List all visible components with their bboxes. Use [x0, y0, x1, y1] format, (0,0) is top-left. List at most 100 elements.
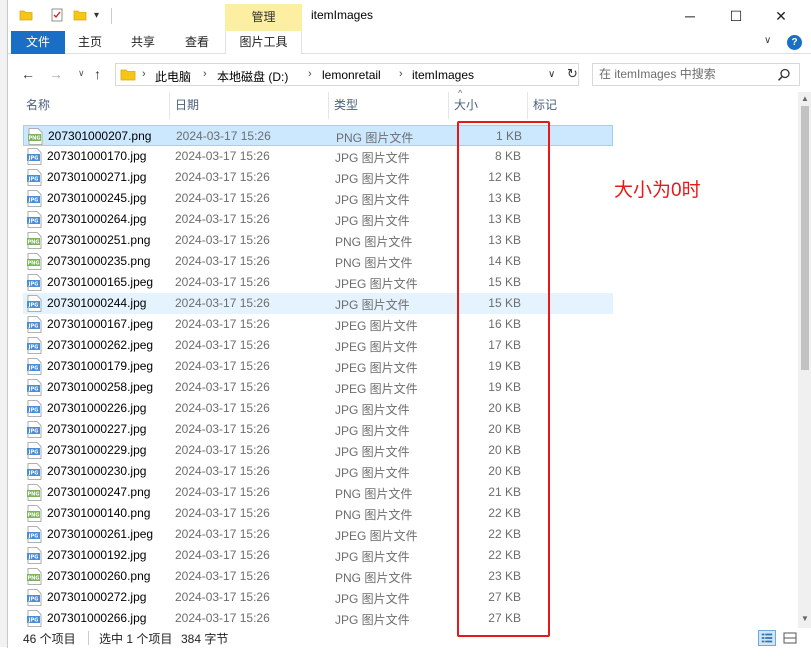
jpg-file-icon: JPG: [27, 316, 42, 333]
file-type: PNG 图片文件: [335, 235, 413, 249]
svg-text:PNG: PNG: [28, 240, 40, 246]
properties-icon[interactable]: [50, 8, 64, 22]
search-icon[interactable]: [777, 68, 791, 82]
status-item-count: 46 个项目: [23, 632, 76, 646]
svg-text:JPG: JPG: [28, 156, 39, 162]
tab-picture-tools[interactable]: 图片工具: [225, 31, 302, 54]
svg-text:PNG: PNG: [28, 492, 40, 498]
file-type: PNG 图片文件: [335, 571, 413, 585]
folder-icon[interactable]: [19, 8, 33, 22]
back-arrow-icon[interactable]: ←: [21, 66, 35, 82]
file-type: JPG 图片文件: [335, 445, 410, 459]
maximize-button[interactable]: ☐: [726, 6, 746, 26]
column-header-tags[interactable]: 标记: [528, 92, 608, 119]
file-name: 207301000258.jpeg: [47, 380, 154, 394]
scroll-down-icon[interactable]: ▼: [798, 614, 811, 623]
jpg-file-icon: JPG: [27, 610, 42, 627]
file-name: 207301000264.jpg: [47, 212, 147, 226]
explorer-window: ▾ 管理 itemImages ─ ☐ ✕ 文件 主页 共享 查看 图片工具 ∨…: [7, 0, 811, 648]
close-button[interactable]: ✕: [771, 6, 791, 26]
file-date: 2024-03-17 15:26: [175, 485, 270, 499]
svg-text:JPG: JPG: [28, 177, 39, 183]
large-icons-view-icon[interactable]: [781, 630, 799, 646]
png-file-icon: PNG: [27, 253, 42, 270]
breadcrumb-itemimages[interactable]: itemImages: [412, 68, 474, 82]
svg-text:JPG: JPG: [28, 387, 39, 393]
quick-access-dropdown-icon[interactable]: ▾: [94, 10, 108, 24]
minimize-button[interactable]: ─: [680, 6, 700, 26]
file-type: PNG 图片文件: [335, 508, 413, 522]
file-name: 207301000271.jpg: [47, 170, 147, 184]
scroll-up-icon[interactable]: ▲: [798, 94, 811, 103]
file-name: 207301000260.png: [47, 569, 151, 583]
new-folder-icon[interactable]: [73, 8, 87, 22]
jpg-file-icon: JPG: [27, 274, 42, 291]
up-arrow-icon[interactable]: ↑: [94, 66, 101, 82]
search-input[interactable]: [599, 67, 769, 81]
breadcrumb-lemonretail[interactable]: lemonretail: [322, 68, 381, 82]
svg-text:JPG: JPG: [28, 345, 39, 351]
tab-manage[interactable]: 管理: [225, 4, 302, 31]
file-date: 2024-03-17 15:26: [176, 129, 271, 143]
file-date: 2024-03-17 15:26: [175, 212, 270, 226]
folder-icon: [120, 69, 136, 81]
status-selected-size: 384 字节: [181, 632, 229, 646]
file-name: 207301000230.jpg: [47, 464, 147, 478]
breadcrumb-separator: ›: [308, 68, 312, 80]
file-name: 207301000227.jpg: [47, 422, 147, 436]
ribbon-tabs: 文件 主页 共享 查看 图片工具 ∨ ?: [8, 31, 811, 54]
jpg-file-icon: JPG: [27, 190, 42, 207]
tab-file[interactable]: 文件: [11, 31, 65, 54]
file-type: JPG 图片文件: [335, 550, 410, 564]
help-icon[interactable]: ?: [787, 35, 802, 50]
svg-text:JPG: JPG: [28, 618, 39, 624]
file-type: PNG 图片文件: [336, 131, 414, 145]
scroll-thumb[interactable]: [801, 106, 809, 370]
file-type: JPG 图片文件: [335, 193, 410, 207]
svg-text:JPG: JPG: [28, 597, 39, 603]
svg-text:JPG: JPG: [28, 408, 39, 414]
recent-locations-icon[interactable]: ∨: [78, 68, 85, 79]
file-type: JPG 图片文件: [335, 592, 410, 606]
svg-text:PNG: PNG: [28, 513, 40, 519]
column-header-type[interactable]: 类型: [329, 92, 449, 119]
jpg-file-icon: JPG: [27, 295, 42, 312]
column-header-size-label: 大小: [454, 98, 479, 112]
status-selected-count: 选中 1 个项目: [99, 632, 173, 646]
forward-arrow-icon[interactable]: →: [49, 66, 63, 82]
breadcrumb-this-pc[interactable]: 此电脑: [155, 68, 191, 85]
breadcrumb-separator: ›: [399, 68, 403, 80]
address-bar[interactable]: › 此电脑 › 本地磁盘 (D:) › lemonretail › itemIm…: [115, 63, 579, 86]
file-date: 2024-03-17 15:26: [175, 296, 270, 310]
jpg-file-icon: JPG: [27, 148, 42, 165]
expand-ribbon-icon[interactable]: ∨: [764, 35, 771, 46]
refresh-icon[interactable]: ↻: [567, 66, 579, 82]
search-box[interactable]: [592, 63, 800, 86]
file-date: 2024-03-17 15:26: [175, 275, 270, 289]
png-file-icon: PNG: [27, 484, 42, 501]
svg-text:JPG: JPG: [28, 303, 39, 309]
tab-home[interactable]: 主页: [70, 31, 110, 54]
breadcrumb-separator: ›: [142, 68, 146, 80]
file-type: JPEG 图片文件: [335, 361, 418, 375]
title-separator: [111, 8, 112, 24]
column-header-date[interactable]: 日期: [170, 92, 329, 119]
tab-share[interactable]: 共享: [123, 31, 163, 54]
file-type: JPEG 图片文件: [335, 277, 418, 291]
tab-view[interactable]: 查看: [177, 31, 217, 54]
file-name: 207301000179.jpeg: [47, 359, 154, 373]
file-date: 2024-03-17 15:26: [175, 611, 270, 625]
svg-text:JPG: JPG: [28, 450, 39, 456]
file-name: 207301000229.jpg: [47, 443, 147, 457]
file-type: JPEG 图片文件: [335, 529, 418, 543]
file-type: PNG 图片文件: [335, 256, 413, 270]
vertical-scrollbar[interactable]: ▲ ▼: [798, 92, 811, 628]
file-date: 2024-03-17 15:26: [175, 527, 270, 541]
file-date: 2024-03-17 15:26: [175, 569, 270, 583]
file-date: 2024-03-17 15:26: [175, 191, 270, 205]
address-dropdown-icon[interactable]: ∨: [548, 69, 555, 80]
sort-ascending-icon: ^: [458, 88, 463, 98]
column-header-name[interactable]: 名称: [21, 92, 170, 119]
details-view-icon[interactable]: [758, 630, 776, 646]
breadcrumb-local-disk[interactable]: 本地磁盘 (D:): [217, 68, 288, 85]
